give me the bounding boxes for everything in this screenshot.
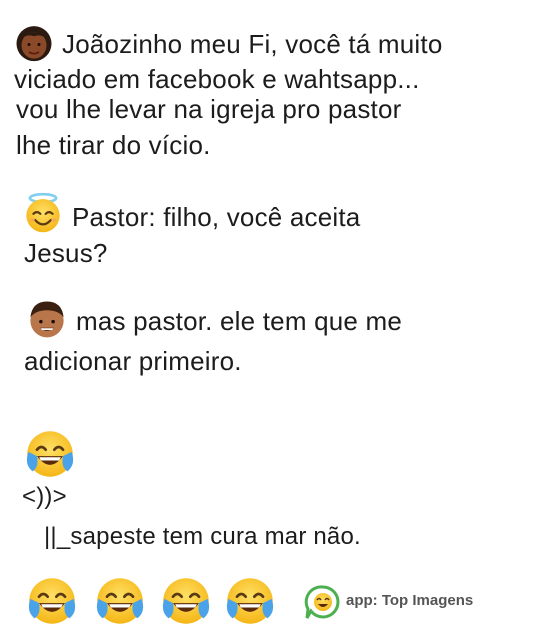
mother-line-2: viciado em facebook e wahtsapp... [14,64,420,94]
face-with-tears-of-joy-emoji [24,428,76,480]
footer-laugh-emoji-1 [26,575,78,627]
mother-line-3: vou lhe levar na igreja pro pastor [16,94,402,124]
woman-face-emoji [14,22,54,62]
pastor-line-2: Jesus? [24,238,108,268]
footer-laugh-emoji-2 [94,575,146,627]
mother-line-1: Joãozinho meu Fi, você tá muito [62,29,443,59]
boy-line-1: mas pastor. ele tem que me [76,306,403,336]
boy-face-emoji [26,298,68,340]
boy-line-2: adicionar primeiro. [24,346,242,376]
top-imagens-logo-icon [304,584,342,622]
app-label: app: Top Imagens [346,592,474,609]
sapeste-line: ||_sapeste tem cura mar não. [44,523,361,550]
pastor-line-1: Pastor: filho, você aceita [72,202,361,232]
footer-laugh-emoji-3 [160,575,212,627]
footer-laugh-emoji-4 [224,575,276,627]
smiling-face-with-halo-emoji [22,192,64,234]
ascii-figure-line: <))> [22,483,67,510]
mother-line-4: lhe tirar do vício. [16,130,211,160]
